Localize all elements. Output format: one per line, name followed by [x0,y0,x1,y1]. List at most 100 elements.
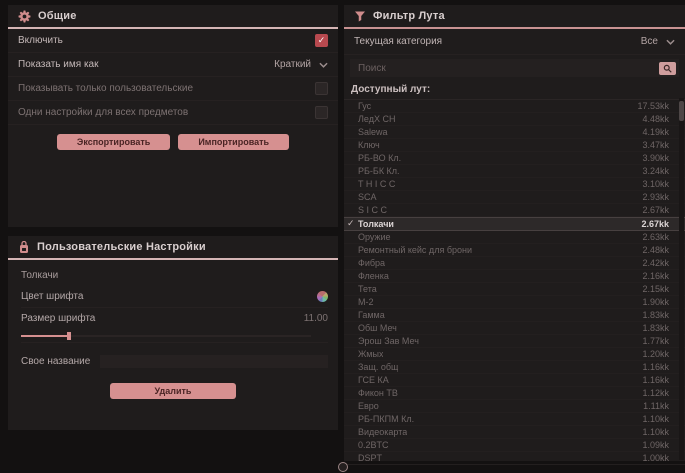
list-item[interactable]: ✓ Толкачи 2.67kk [344,217,685,231]
export-import-row: Экспортировать Импортировать [8,134,338,150]
color-wheel-icon[interactable] [317,291,328,302]
list-item[interactable]: 0.2BTC 1.09kk [344,439,685,452]
list-item[interactable]: Фибра 2.42kk [344,257,685,270]
item-name: Ключ [358,140,380,150]
list-item[interactable]: РБ-БК Кл. 3.24kk [344,165,685,178]
list-scrollbar[interactable] [679,98,684,460]
scroll-handle[interactable] [338,462,348,472]
setting-row-same-settings: Одни настройки для всех предметов [8,101,338,125]
item-value: 1.16kk [642,362,669,372]
search-input[interactable] [356,62,659,75]
setting-label: Показать имя как [18,59,98,70]
item-name: Толкачи [358,219,394,229]
category-row: Текущая категория Все [344,29,685,55]
font-size-label: Размер шрифта [21,313,95,324]
check-icon: ✓ [347,218,355,229]
item-name: Видеокарта [358,427,407,437]
item-name: Эрош Зав Меч [358,336,419,346]
list-item[interactable]: SCA 2.93kk [344,191,685,204]
setting-row-name-mode: Показать имя как Краткий [8,53,338,77]
list-item[interactable]: ЛедХ СН 4.48kk [344,113,685,126]
list-item[interactable]: РБ-ПКПМ Кл. 1.10kk [344,413,685,426]
item-value: 2.67kk [642,205,669,215]
item-name: Жмых [358,349,383,359]
item-value: 1.83kk [642,323,669,333]
list-item[interactable]: Защ. общ 1.16kk [344,361,685,374]
item-name: РБ-ПКПМ Кл. [358,414,414,424]
item-value: 17.53kk [637,101,669,111]
slider-fill [21,335,69,337]
item-value: 1.12kk [642,388,669,398]
item-name: Гус [358,101,371,111]
item-name: Защ. общ [358,362,398,372]
divider [21,342,328,343]
list-item[interactable]: Фикон ТВ 1.12kk [344,387,685,400]
item-value: 2.15kk [642,284,669,294]
import-button[interactable]: Импортировать [178,134,289,150]
name-mode-select[interactable]: Краткий [274,59,328,70]
item-value: 2.67kk [641,219,669,229]
item-name: S I C C [358,205,387,215]
item-name: ЛедХ СН [358,114,395,124]
chevron-down-icon [319,62,328,68]
slider-handle[interactable] [67,332,71,340]
font-color-row: Цвет шрифта [21,286,328,308]
list-item[interactable]: РБ-ВО Кл. 3.90kk [344,152,685,165]
item-name: Фибра [358,258,385,268]
item-value: 2.16kk [642,271,669,281]
item-name: Гамма [358,310,385,320]
category-select[interactable]: Все [641,36,675,47]
chevron-down-icon [666,39,675,45]
selected-item-name: Толкачи [8,260,338,286]
font-size-row: Размер шрифта 11.00 [21,308,328,329]
item-value: 4.48kk [642,114,669,124]
search-icon[interactable] [659,62,676,75]
list-item[interactable]: Обш Меч 1.83kk [344,322,685,335]
delete-row: Удалить [8,383,338,399]
list-item[interactable]: Евро 1.11kk [344,400,685,413]
list-item[interactable]: М-2 1.90kk [344,296,685,309]
export-button[interactable]: Экспортировать [57,134,170,150]
list-item[interactable]: DSPT 1.00kk [344,452,685,465]
custom-panel-header: Пользовательские Настройки [8,236,338,260]
list-item[interactable]: Ремонтный кейс для брони 2.48kk [344,244,685,257]
list-item[interactable]: Жмых 1.20kk [344,348,685,361]
item-name: РБ-ВО Кл. [358,153,401,163]
item-value: 2.93kk [642,192,669,202]
only-custom-checkbox[interactable] [315,82,328,95]
font-size-slider[interactable] [21,332,328,340]
item-value: 1.90kk [642,297,669,307]
filter-panel-header: Фильтр Лута [344,5,685,29]
category-value: Все [641,36,658,47]
list-item[interactable]: Гамма 1.83kk [344,309,685,322]
list-item[interactable]: Гус 17.53kk [344,100,685,113]
list-item[interactable]: Ключ 3.47kk [344,139,685,152]
item-value: 2.63kk [642,232,669,242]
custom-name-input[interactable] [100,355,328,368]
item-name: DSPT [358,453,382,463]
list-item[interactable]: T H I C C 3.10kk [344,178,685,191]
list-scrollbar-thumb[interactable] [679,101,684,121]
same-settings-checkbox[interactable] [315,106,328,119]
list-item[interactable]: S I C C 2.67kk [344,204,685,217]
general-panel-header: Общие [8,5,338,29]
enable-checkbox[interactable]: ✓ [315,34,328,47]
setting-label: Одни настройки для всех предметов [18,107,188,118]
item-name: Обш Меч [358,323,397,333]
item-value: 1.77kk [642,336,669,346]
item-name: 0.2BTC [358,440,389,450]
list-item[interactable]: Salewa 4.19kk [344,126,685,139]
list-item[interactable]: Эрош Зав Меч 1.77kk [344,335,685,348]
delete-button[interactable]: Удалить [110,383,237,399]
general-panel: Общие Включить ✓ Показать имя как Кратки… [8,5,338,227]
list-item[interactable]: Тета 2.15kk [344,283,685,296]
list-item[interactable]: Оружие 2.63kk [344,231,685,244]
list-item[interactable]: Фленка 2.16kk [344,270,685,283]
app-window: Общие Включить ✓ Показать имя как Кратки… [0,0,685,473]
item-value: 2.42kk [642,258,669,268]
available-loot-label: Доступный лут: [344,79,685,99]
list-item[interactable]: Видеокарта 1.10kk [344,426,685,439]
item-name: T H I C C [358,179,395,189]
filter-panel-title: Фильтр Лута [373,10,445,22]
list-item[interactable]: ГСЕ КА 1.16kk [344,374,685,387]
